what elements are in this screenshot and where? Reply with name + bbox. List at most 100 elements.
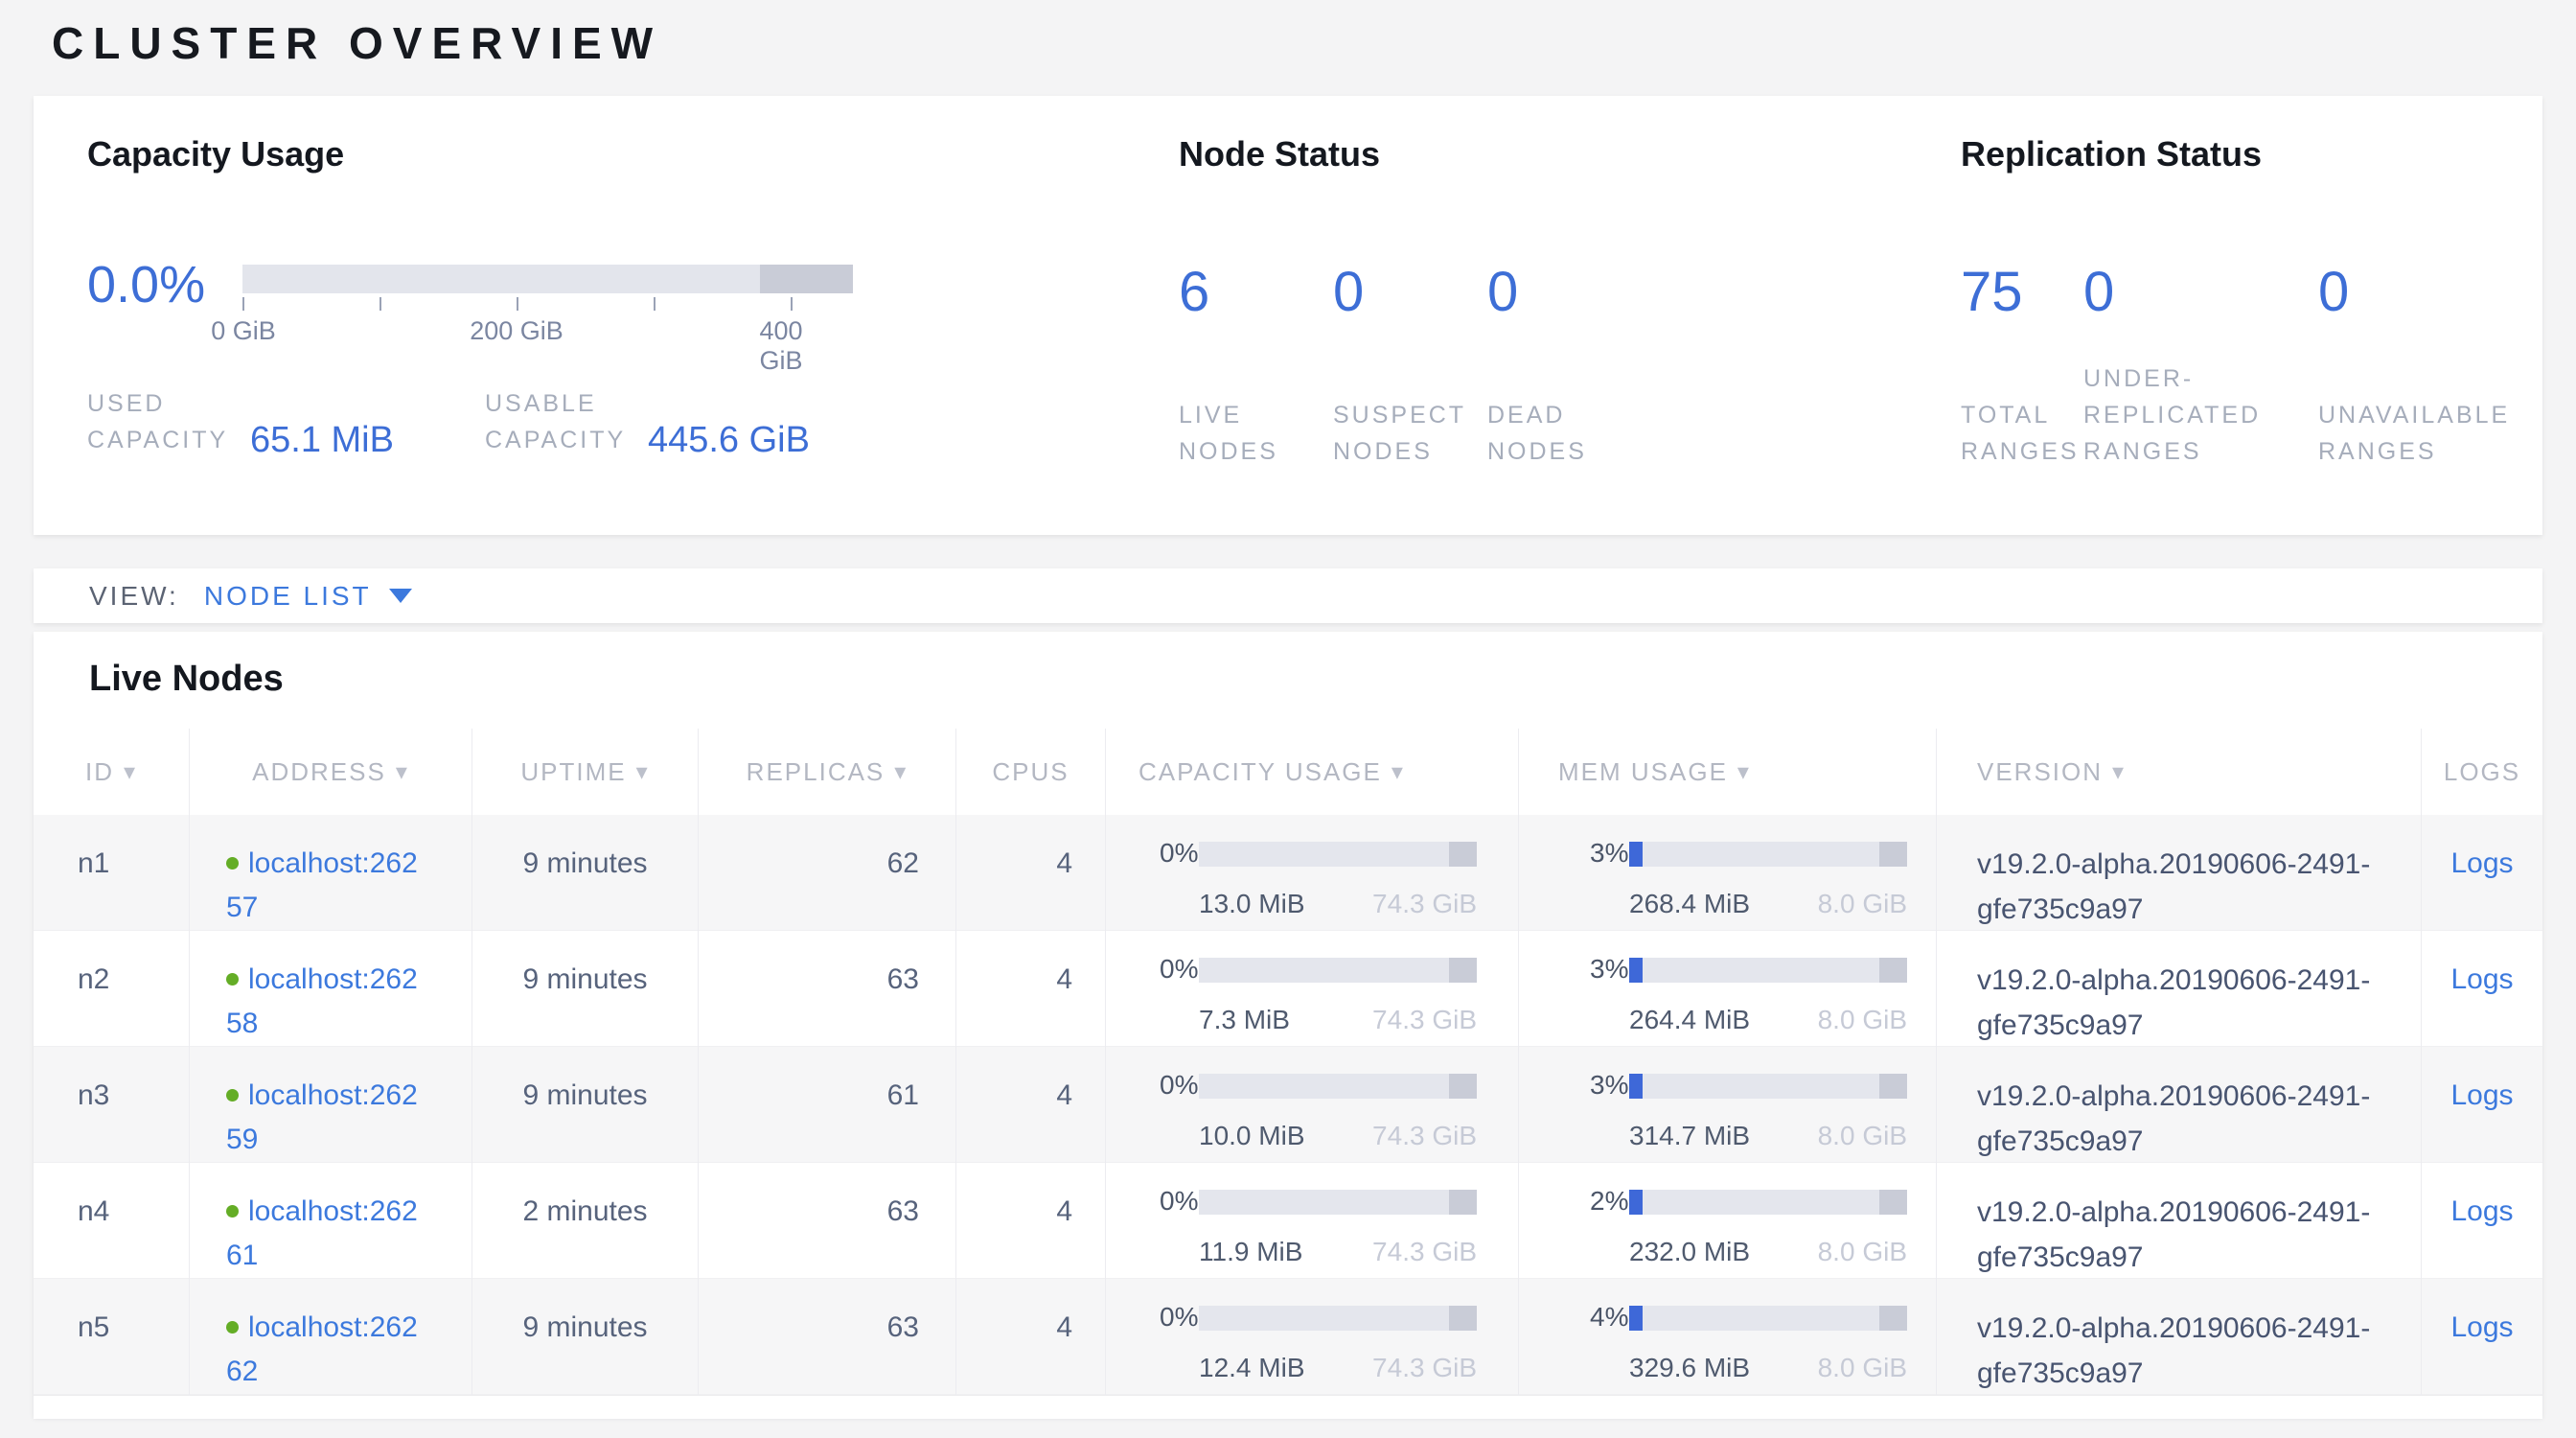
capacity-usage-cell: 0% 10.0 MiB 74.3 GiB (1106, 1047, 1519, 1164)
capacity-bar-end-segment (1449, 842, 1477, 867)
suspect-nodes-value: 0 (1333, 265, 1487, 320)
uptime-cell: 2 minutes (472, 1163, 699, 1280)
mem-mini-bar (1629, 958, 1907, 983)
node-status-title: Node Status (1179, 134, 1936, 174)
table-row: n5 localhost:26262 9 minutes 63 4 0% 12.… (34, 1279, 2542, 1395)
live-nodes-label: LIVE NODES (1179, 397, 1333, 470)
total-ranges-value: 75 (1961, 265, 2083, 320)
logs-cell: Logs (2422, 815, 2542, 932)
used-capacity-value: 65.1 MiB (250, 420, 394, 461)
version-cell: v19.2.0-alpha.20190606-2491-gfe735c9a97 (1937, 1279, 2422, 1396)
logs-link[interactable]: Logs (2450, 1079, 2513, 1111)
mem-bar-end-segment (1879, 842, 1907, 867)
column-header-address[interactable]: ADDRESS▾ (190, 729, 472, 815)
replicas-cell: 63 (699, 1163, 956, 1280)
logs-link[interactable]: Logs (2450, 847, 2513, 879)
live-nodes-card: Live Nodes ID▾ ADDRESS▾ UPTIME▾ REPLICAS… (34, 632, 2542, 1417)
suspect-nodes-stat: 0 SUSPECT NODES (1333, 265, 1487, 470)
capacity-bar-end-segment (1449, 1074, 1477, 1099)
column-header-version[interactable]: VERSION▾ (1937, 729, 2422, 815)
version-cell: v19.2.0-alpha.20190606-2491-gfe735c9a97 (1937, 1163, 2422, 1280)
mem-percent-label: 2% (1590, 1188, 1629, 1215)
capacity-total-value: 74.3 GiB (1372, 998, 1477, 1042)
unavailable-ranges-stat: 0 UNAVAILABLE RANGES (2318, 265, 2539, 470)
logs-cell: Logs (2422, 1279, 2542, 1396)
view-selector-bar: VIEW: NODE LIST (34, 568, 2542, 623)
mem-bar-end-segment (1879, 958, 1907, 983)
capacity-mini-bar (1199, 958, 1477, 983)
mem-bar-fill (1629, 1190, 1643, 1215)
column-header-cpus[interactable]: CPUS (956, 729, 1106, 815)
logs-link[interactable]: Logs (2450, 963, 2513, 995)
mem-usage-cell: 2% 232.0 MiB 8.0 GiB (1519, 1163, 1937, 1280)
replication-status-title: Replication Status (1961, 134, 2555, 174)
capacity-percent-label: 0% (1160, 840, 1199, 867)
mem-usage-cell: 3% 314.7 MiB 8.0 GiB (1519, 1047, 1937, 1164)
node-id-cell: n5 (34, 1279, 190, 1396)
table-row: n2 localhost:26258 9 minutes 63 4 0% 7.3… (34, 931, 2542, 1047)
column-header-replicas[interactable]: REPLICAS▾ (699, 729, 956, 815)
logs-cell: Logs (2422, 1163, 2542, 1280)
mem-percent-label: 4% (1590, 1304, 1629, 1331)
column-header-mem-usage[interactable]: MEM USAGE▾ (1519, 729, 1937, 815)
mem-usage-cell: 3% 268.4 MiB 8.0 GiB (1519, 815, 1937, 932)
node-address-link[interactable]: localhost:26257 (226, 847, 418, 923)
view-dropdown[interactable]: NODE LIST (204, 581, 412, 612)
mem-bar-fill (1629, 1306, 1643, 1331)
under-replicated-stat: 0 UNDER-REPLICATED RANGES (2083, 265, 2318, 470)
node-address-link[interactable]: localhost:26262 (226, 1311, 418, 1387)
cpus-cell: 4 (956, 1279, 1106, 1396)
live-nodes-stat: 6 LIVE NODES (1179, 265, 1333, 470)
sort-icon: ▾ (894, 758, 908, 786)
capacity-percent-label: 0% (1160, 1188, 1199, 1215)
total-ranges-stat: 75 TOTAL RANGES (1961, 265, 2083, 470)
capacity-bar-end-segment (1449, 1306, 1477, 1331)
mem-total-value: 8.0 GiB (1818, 998, 1907, 1042)
logs-link[interactable]: Logs (2450, 1195, 2513, 1227)
axis-tick-label: 200 GiB (470, 316, 564, 346)
mem-mini-bar (1629, 1306, 1907, 1331)
capacity-total-value: 74.3 GiB (1372, 1114, 1477, 1158)
dead-nodes-label: DEAD NODES (1487, 397, 1669, 470)
uptime-cell: 9 minutes (472, 1047, 699, 1164)
capacity-total-value: 74.3 GiB (1372, 1230, 1477, 1274)
node-id-cell: n3 (34, 1047, 190, 1164)
mem-mini-bar (1629, 842, 1907, 867)
mem-used-value: 314.7 MiB (1629, 1114, 1750, 1158)
sort-icon: ▾ (396, 758, 409, 786)
sort-icon: ▾ (1392, 758, 1405, 786)
capacity-used-value: 10.0 MiB (1199, 1114, 1305, 1158)
capacity-total-value: 74.3 GiB (1372, 1346, 1477, 1390)
version-cell: v19.2.0-alpha.20190606-2491-gfe735c9a97 (1937, 815, 2422, 932)
column-header-id[interactable]: ID▾ (34, 729, 190, 815)
logs-cell: Logs (2422, 1047, 2542, 1164)
column-header-capacity-usage[interactable]: CAPACITY USAGE▾ (1106, 729, 1519, 815)
replicas-cell: 63 (699, 1279, 956, 1396)
capacity-mini-bar (1199, 1306, 1477, 1331)
node-address-cell: localhost:26257 (190, 815, 472, 932)
healthy-status-icon (226, 1321, 239, 1334)
mem-mini-bar (1629, 1190, 1907, 1215)
capacity-bar-chart: 0 GiB 200 GiB 400 GiB (242, 265, 853, 347)
view-label: VIEW: (89, 581, 179, 612)
node-address-link[interactable]: localhost:26261 (226, 1195, 418, 1271)
capacity-bar-end-segment (760, 265, 853, 293)
logs-link[interactable]: Logs (2450, 1311, 2513, 1343)
table-row: n3 localhost:26259 9 minutes 61 4 0% 10.… (34, 1047, 2542, 1163)
healthy-status-icon (226, 857, 239, 870)
capacity-used-value: 12.4 MiB (1199, 1346, 1305, 1390)
mem-mini-bar (1629, 1074, 1907, 1099)
mem-bar-end-segment (1879, 1074, 1907, 1099)
axis-tick-label: 400 GiB (760, 316, 822, 376)
usable-capacity-label: USABLE CAPACITY (485, 385, 646, 458)
view-dropdown-value[interactable]: NODE LIST (204, 581, 372, 612)
capacity-usage-cell: 0% 12.4 MiB 74.3 GiB (1106, 1279, 1519, 1396)
unavailable-ranges-label: UNAVAILABLE RANGES (2318, 397, 2539, 470)
node-address-link[interactable]: localhost:26258 (226, 963, 418, 1039)
version-cell: v19.2.0-alpha.20190606-2491-gfe735c9a97 (1937, 931, 2422, 1048)
node-address-link[interactable]: localhost:26259 (226, 1079, 418, 1155)
capacity-percent: 0.0% (87, 259, 242, 311)
column-header-uptime[interactable]: UPTIME▾ (472, 729, 699, 815)
cpus-cell: 4 (956, 1047, 1106, 1164)
capacity-used-value: 7.3 MiB (1199, 998, 1290, 1042)
